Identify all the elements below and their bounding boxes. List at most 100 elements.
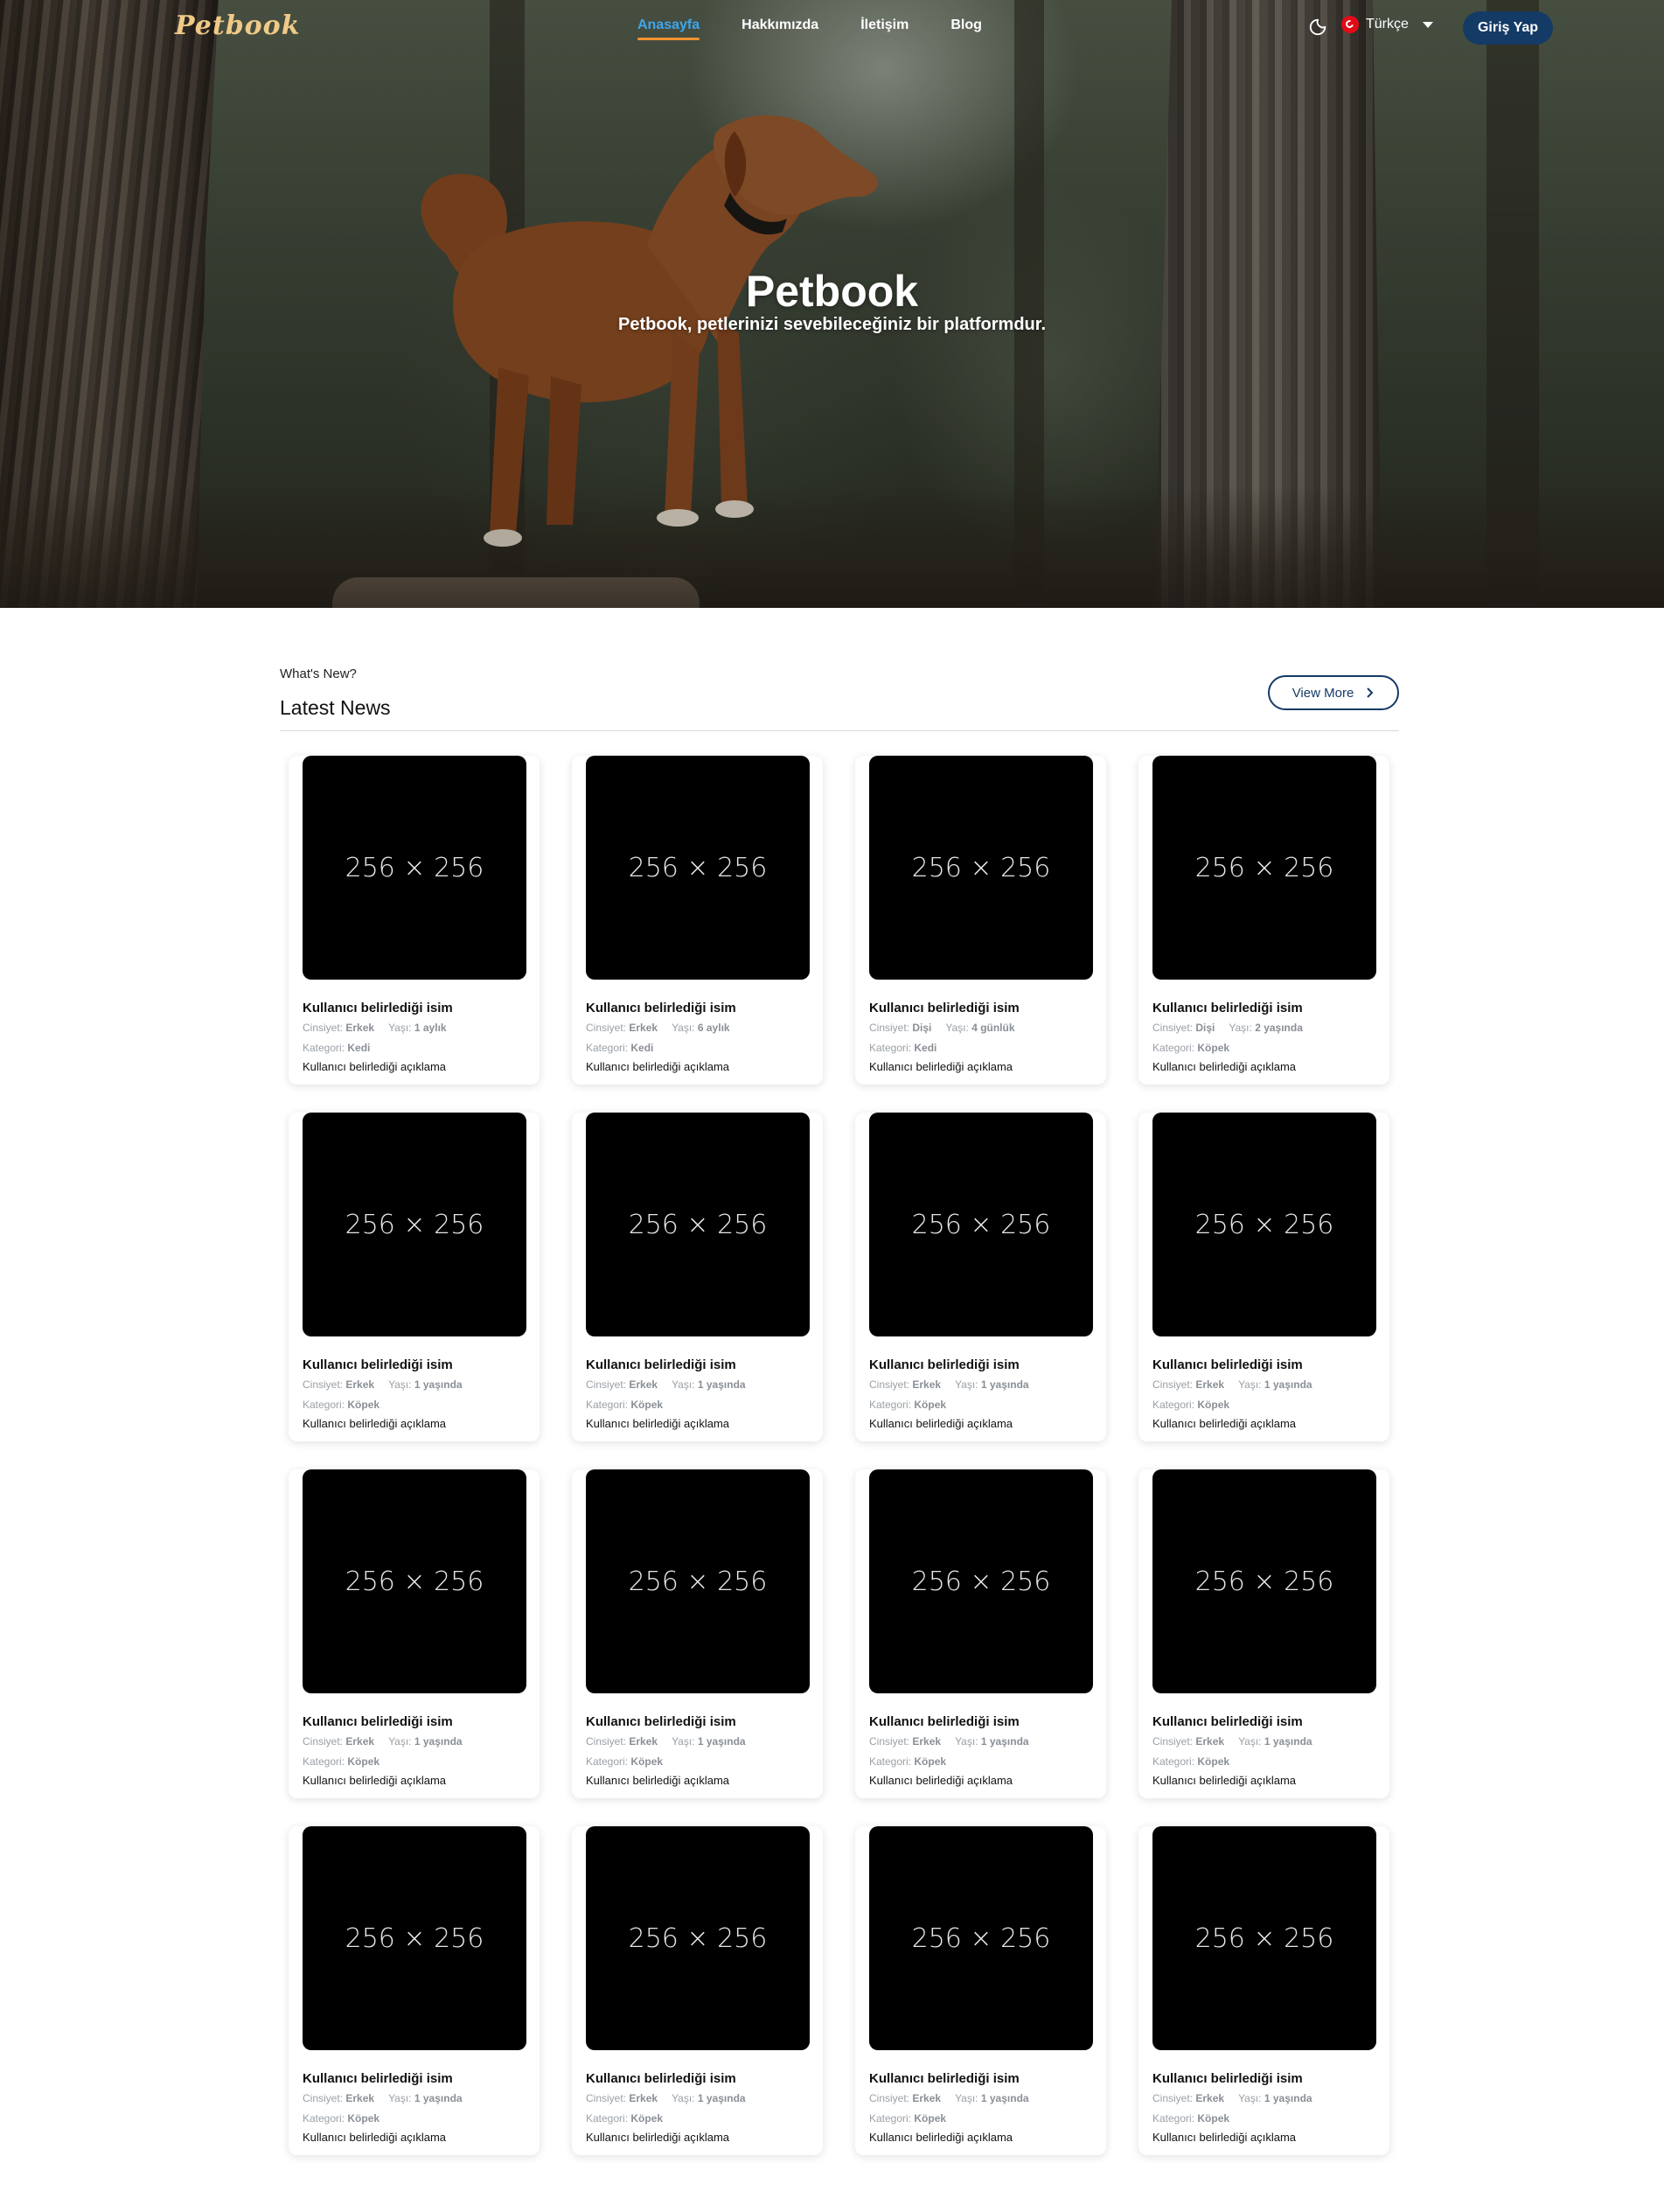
category-value: Köpek: [1197, 2112, 1230, 2125]
image-size-label: 256 × 256: [628, 852, 768, 883]
pet-card[interactable]: 256 × 256 Kullanıcı belirlediği isim Cin…: [289, 1826, 540, 2155]
pet-card[interactable]: 256 × 256 Kullanıcı belirlediği isim Cin…: [572, 1469, 823, 1798]
pet-image-placeholder[interactable]: 256 × 256: [1152, 756, 1376, 980]
pet-name: Kullanıcı belirlediği isim: [586, 1357, 736, 1372]
pet-image-placeholder[interactable]: 256 × 256: [1152, 1113, 1376, 1336]
pet-description: Kullanıcı belirlediği açıklama: [303, 1774, 447, 1787]
view-more-button[interactable]: View More: [1268, 675, 1399, 710]
pet-image-placeholder[interactable]: 256 × 256: [303, 756, 526, 980]
gender-label: Cinsiyet:: [586, 2092, 627, 2104]
pet-meta: Cinsiyet: Erkek Yaşı: 1 yaşında: [586, 1735, 746, 1748]
gender-value: Erkek: [912, 1378, 942, 1391]
turkey-flag-icon: [1341, 16, 1359, 33]
language-selector[interactable]: Türkçe: [1341, 16, 1433, 33]
pet-image-placeholder[interactable]: 256 × 256: [869, 1113, 1093, 1336]
gender-label: Cinsiyet:: [1152, 1022, 1194, 1034]
pet-name: Kullanıcı belirlediği isim: [303, 1714, 453, 1729]
pet-image-placeholder[interactable]: 256 × 256: [1152, 1469, 1376, 1693]
pet-image-placeholder[interactable]: 256 × 256: [303, 1113, 526, 1336]
pet-card[interactable]: 256 × 256 Kullanıcı belirlediği isim Cin…: [289, 1113, 540, 1441]
age-label: Yaşı:: [672, 2092, 695, 2104]
pet-image-placeholder[interactable]: 256 × 256: [869, 1469, 1093, 1693]
age-label: Yaşı:: [955, 1378, 978, 1391]
pet-description: Kullanıcı belirlediği açıklama: [303, 2131, 447, 2144]
pet-description: Kullanıcı belirlediği açıklama: [869, 2131, 1013, 2144]
gender-label: Cinsiyet:: [869, 2092, 910, 2104]
pet-name: Kullanıcı belirlediği isim: [1152, 1001, 1303, 1015]
pet-description: Kullanıcı belirlediği açıklama: [586, 2131, 730, 2144]
login-button[interactable]: Giriş Yap: [1463, 11, 1553, 45]
pet-card[interactable]: 256 × 256 Kullanıcı belirlediği isim Cin…: [289, 1469, 540, 1798]
category-value: Köpek: [914, 1755, 947, 1768]
pet-category: Kategori: Kedi: [303, 1042, 370, 1054]
pet-name: Kullanıcı belirlediği isim: [1152, 1714, 1303, 1729]
age-label: Yaşı:: [388, 1022, 412, 1034]
gender-label: Cinsiyet:: [586, 1022, 627, 1034]
gender-value: Erkek: [912, 2092, 942, 2104]
age-label: Yaşı:: [672, 1378, 695, 1391]
age-label: Yaşı:: [1238, 2092, 1262, 2104]
pet-description: Kullanıcı belirlediği açıklama: [303, 1417, 447, 1430]
pet-meta: Cinsiyet: Erkek Yaşı: 1 yaşında: [1152, 1378, 1312, 1391]
pet-image-placeholder[interactable]: 256 × 256: [586, 1469, 810, 1693]
age-value: 1 yaşında: [697, 2092, 746, 2104]
gender-value: Erkek: [629, 1735, 658, 1748]
pet-name: Kullanıcı belirlediği isim: [869, 1714, 1020, 1729]
pet-meta: Cinsiyet: Erkek Yaşı: 1 yaşında: [869, 1735, 1029, 1748]
pet-meta: Cinsiyet: Dişi Yaşı: 4 günlük: [869, 1022, 1015, 1034]
pet-image-placeholder[interactable]: 256 × 256: [869, 756, 1093, 980]
moon-icon[interactable]: [1308, 17, 1327, 37]
divider: [280, 730, 1399, 731]
pet-card[interactable]: 256 × 256 Kullanıcı belirlediği isim Cin…: [1138, 1113, 1389, 1441]
gender-label: Cinsiyet:: [869, 1378, 910, 1391]
pet-image-placeholder[interactable]: 256 × 256: [869, 1826, 1093, 2050]
pet-card[interactable]: 256 × 256 Kullanıcı belirlediği isim Cin…: [855, 756, 1106, 1085]
pet-category: Kategori: Köpek: [869, 2112, 946, 2125]
pet-name: Kullanıcı belirlediği isim: [869, 1357, 1020, 1372]
nav-link-anasayfa[interactable]: Anasayfa: [637, 17, 700, 40]
pet-name: Kullanıcı belirlediği isim: [586, 2071, 736, 2086]
category-label: Kategori:: [586, 1399, 629, 1411]
pet-image-placeholder[interactable]: 256 × 256: [586, 1826, 810, 2050]
category-label: Kategori:: [586, 1042, 629, 1054]
gender-value: Erkek: [629, 2092, 658, 2104]
view-more-label: View More: [1292, 685, 1354, 701]
pet-card[interactable]: 256 × 256 Kullanıcı belirlediği isim Cin…: [572, 1113, 823, 1441]
pet-image-placeholder[interactable]: 256 × 256: [1152, 1826, 1376, 2050]
pet-card[interactable]: 256 × 256 Kullanıcı belirlediği isim Cin…: [1138, 1826, 1389, 2155]
pet-card[interactable]: 256 × 256 Kullanıcı belirlediği isim Cin…: [1138, 1469, 1389, 1798]
pet-card[interactable]: 256 × 256 Kullanıcı belirlediği isim Cin…: [855, 1826, 1106, 2155]
pet-description: Kullanıcı belirlediği açıklama: [1152, 1060, 1297, 1073]
nav-link-hakkimizda[interactable]: Hakkımızda: [741, 17, 818, 38]
pet-card[interactable]: 256 × 256 Kullanıcı belirlediği isim Cin…: [289, 756, 540, 1085]
category-label: Kategori:: [303, 2112, 345, 2125]
pet-category: Kategori: Köpek: [869, 1399, 946, 1411]
category-value: Köpek: [347, 1755, 380, 1768]
nav-link-blog[interactable]: Blog: [950, 17, 982, 38]
age-label: Yaşı:: [672, 1735, 695, 1748]
category-value: Köpek: [914, 1399, 947, 1411]
age-value: 1 yaşında: [980, 1378, 1029, 1391]
pet-card[interactable]: 256 × 256 Kullanıcı belirlediği isim Cin…: [855, 1113, 1106, 1441]
pet-image-placeholder[interactable]: 256 × 256: [303, 1826, 526, 2050]
gender-label: Cinsiyet:: [303, 1022, 344, 1034]
pet-image-placeholder[interactable]: 256 × 256: [303, 1469, 526, 1693]
pet-meta: Cinsiyet: Erkek Yaşı: 1 yaşında: [303, 1378, 463, 1391]
hero-subtitle: Petbook, petlerinizi sevebileceğiniz bir…: [618, 315, 1046, 334]
pet-name: Kullanıcı belirlediği isim: [303, 1357, 453, 1372]
pet-card[interactable]: 256 × 256 Kullanıcı belirlediği isim Cin…: [855, 1469, 1106, 1798]
pet-meta: Cinsiyet: Erkek Yaşı: 1 yaşında: [1152, 1735, 1312, 1748]
pet-image-placeholder[interactable]: 256 × 256: [586, 756, 810, 980]
pet-meta: Cinsiyet: Erkek Yaşı: 1 yaşında: [586, 2092, 746, 2104]
nav-link-iletisim[interactable]: İletişim: [860, 17, 909, 38]
pet-description: Kullanıcı belirlediği açıklama: [586, 1774, 730, 1787]
logo[interactable]: Petbook: [175, 10, 300, 41]
age-label: Yaşı:: [955, 2092, 978, 2104]
pet-meta: Cinsiyet: Erkek Yaşı: 1 yaşında: [1152, 2092, 1312, 2104]
pet-card[interactable]: 256 × 256 Kullanıcı belirlediği isim Cin…: [572, 1826, 823, 2155]
pet-category: Kategori: Köpek: [1152, 1042, 1229, 1054]
pet-card[interactable]: 256 × 256 Kullanıcı belirlediği isim Cin…: [1138, 756, 1389, 1085]
pet-card[interactable]: 256 × 256 Kullanıcı belirlediği isim Cin…: [572, 756, 823, 1085]
pet-image-placeholder[interactable]: 256 × 256: [586, 1113, 810, 1336]
gender-value: Erkek: [345, 1022, 375, 1034]
